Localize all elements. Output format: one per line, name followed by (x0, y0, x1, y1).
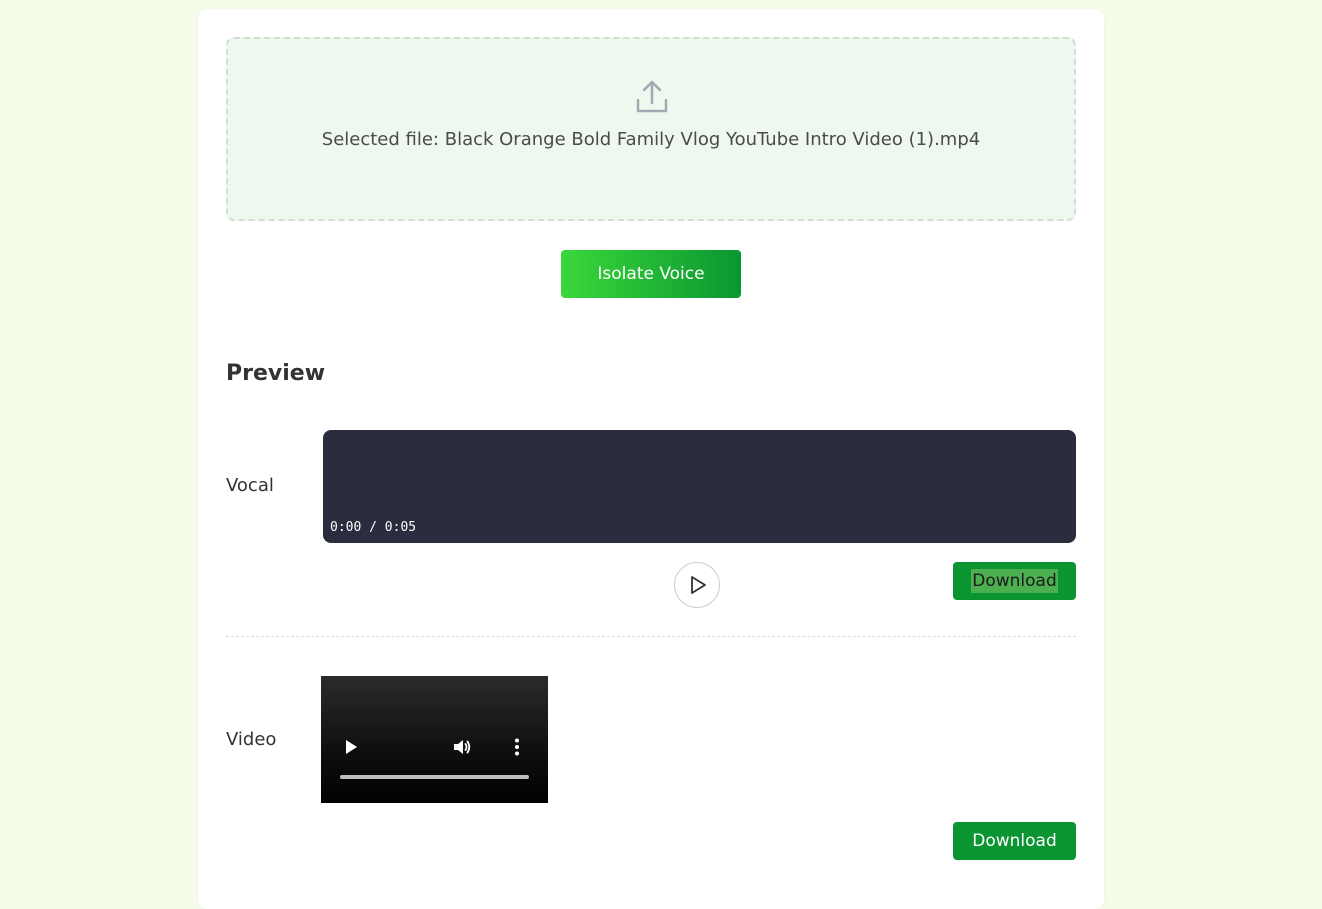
upload-icon (634, 79, 670, 115)
vocal-download-button[interactable]: Download (953, 562, 1076, 600)
video-player[interactable] (321, 676, 548, 803)
file-dropzone[interactable]: Selected file: Black Orange Bold Family … (226, 37, 1076, 221)
video-progress-bar[interactable] (340, 775, 529, 779)
main-card: Selected file: Black Orange Bold Family … (198, 9, 1104, 909)
video-label: Video (226, 729, 277, 750)
video-play-icon[interactable] (344, 739, 358, 759)
section-divider (226, 636, 1076, 637)
more-vert-icon[interactable] (514, 738, 520, 760)
vocal-time-readout: 0:00 / 0:05 (330, 520, 417, 535)
vocal-play-button[interactable] (674, 562, 720, 608)
vocal-audio-player[interactable]: 0:00 / 0:05 (323, 430, 1076, 543)
preview-title: Preview (226, 361, 326, 386)
vocal-download-label: Download (971, 569, 1058, 593)
play-icon (691, 576, 706, 594)
video-download-button[interactable]: Download (953, 822, 1076, 860)
video-volume-icon[interactable] (452, 737, 472, 761)
vocal-label: Vocal (226, 475, 274, 496)
isolate-voice-button[interactable]: Isolate Voice (561, 250, 741, 298)
selected-file-label: Selected file: Black Orange Bold Family … (321, 129, 981, 150)
